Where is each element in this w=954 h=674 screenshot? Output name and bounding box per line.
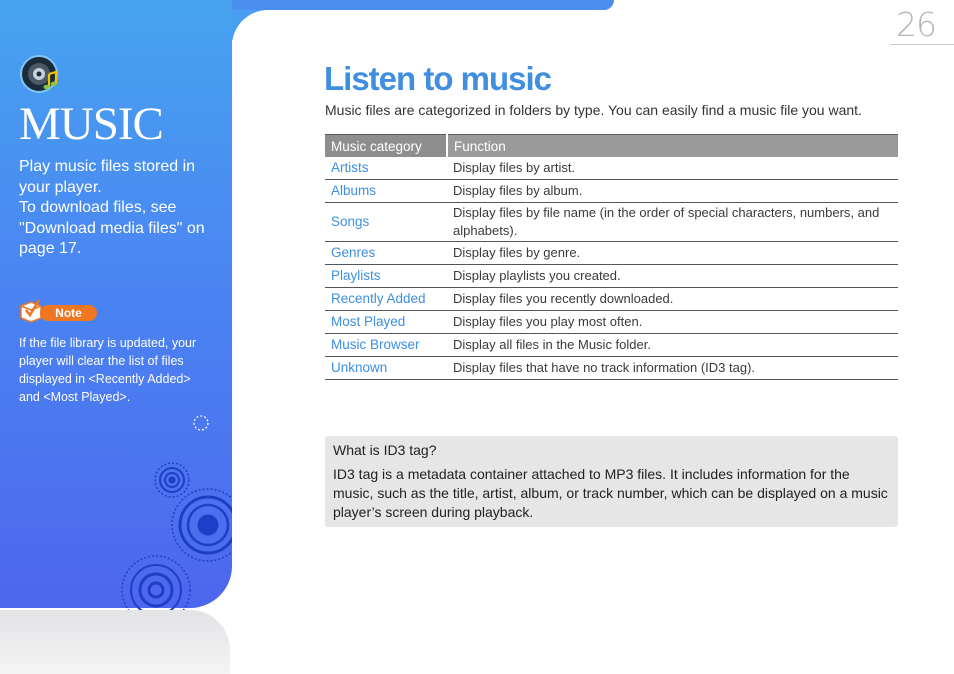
id3-answer: ID3 tag is a metadata container attached…: [333, 466, 888, 520]
category-cell: Most Played: [325, 310, 447, 334]
intro-line: your player.: [19, 178, 102, 196]
category-cell: Artists: [325, 157, 447, 180]
note-line: player will clear the list of files: [19, 354, 184, 368]
table-row: Songs Display files by file name (in the…: [325, 202, 898, 242]
table-row: Unknown Display files that have no track…: [325, 356, 898, 380]
function-cell: Display files by file name (in the order…: [447, 202, 898, 242]
category-cell: Songs: [325, 202, 447, 242]
table-row: Artists Display files by artist.: [325, 157, 898, 180]
table-row: Recently Added Display files you recentl…: [325, 287, 898, 311]
id3-info-box: What is ID3 tag? ID3 tag is a metadata c…: [325, 436, 898, 527]
table-header-row: Music category Function: [325, 134, 898, 157]
table-row: Most Played Display files you play most …: [325, 310, 898, 334]
function-cell: Display all files in the Music folder.: [447, 333, 898, 357]
table-row: Playlists Display playlists you created.: [325, 264, 898, 288]
music-speaker-icon: [20, 55, 58, 93]
sidebar-footer-band: [0, 610, 230, 674]
page-subtitle: Music files are categorized in folders b…: [325, 102, 862, 118]
header-function: Function: [447, 134, 898, 157]
function-cell: Display files by album.: [447, 179, 898, 203]
category-cell: Unknown: [325, 356, 447, 380]
page-number: 26: [896, 5, 937, 44]
category-cell: Albums: [325, 179, 447, 203]
function-cell: Display files that have no track informa…: [447, 356, 898, 380]
function-cell: Display files by genre.: [447, 241, 898, 265]
sidebar-intro: Play music files stored in your player. …: [19, 157, 219, 260]
page-number-underline: [890, 44, 954, 45]
intro-line: Play music files stored in: [19, 158, 196, 175]
table-row: Music Browser Display all files in the M…: [325, 333, 898, 357]
category-cell: Music Browser: [325, 333, 447, 357]
note-text: If the file library is updated, your pla…: [19, 334, 219, 406]
section-title: MUSIC: [19, 98, 164, 150]
function-cell: Display files you play most often.: [447, 310, 898, 334]
note-line: If the file library is updated, your: [19, 336, 197, 350]
page-title: Listen to music: [324, 60, 552, 97]
intro-line: "Download media files" on: [19, 219, 205, 237]
category-cell: Genres: [325, 241, 447, 265]
header-music-category: Music category: [325, 134, 448, 157]
function-cell: Display files by artist.: [447, 157, 898, 180]
id3-question: What is ID3 tag?: [333, 442, 437, 458]
top-accent-strip: [232, 0, 614, 10]
table-row: Genres Display files by genre.: [325, 241, 898, 265]
function-cell: Display playlists you created.: [447, 264, 898, 288]
note-line: displayed in <Recently Added>: [19, 372, 191, 386]
table-row: Albums Display files by album.: [325, 179, 898, 203]
category-cell: Recently Added: [325, 287, 447, 311]
music-category-table: Music category Function Artists Display …: [325, 134, 898, 380]
sidebar: MUSIC Play music files stored in your pl…: [0, 0, 232, 610]
decorative-circles: [121, 415, 232, 610]
intro-line: page 17.: [19, 240, 82, 257]
category-cell: Playlists: [325, 264, 447, 288]
intro-line: To download files, see: [19, 199, 177, 216]
function-cell: Display files you recently downloaded.: [447, 287, 898, 311]
note-badge: Note: [40, 305, 97, 321]
